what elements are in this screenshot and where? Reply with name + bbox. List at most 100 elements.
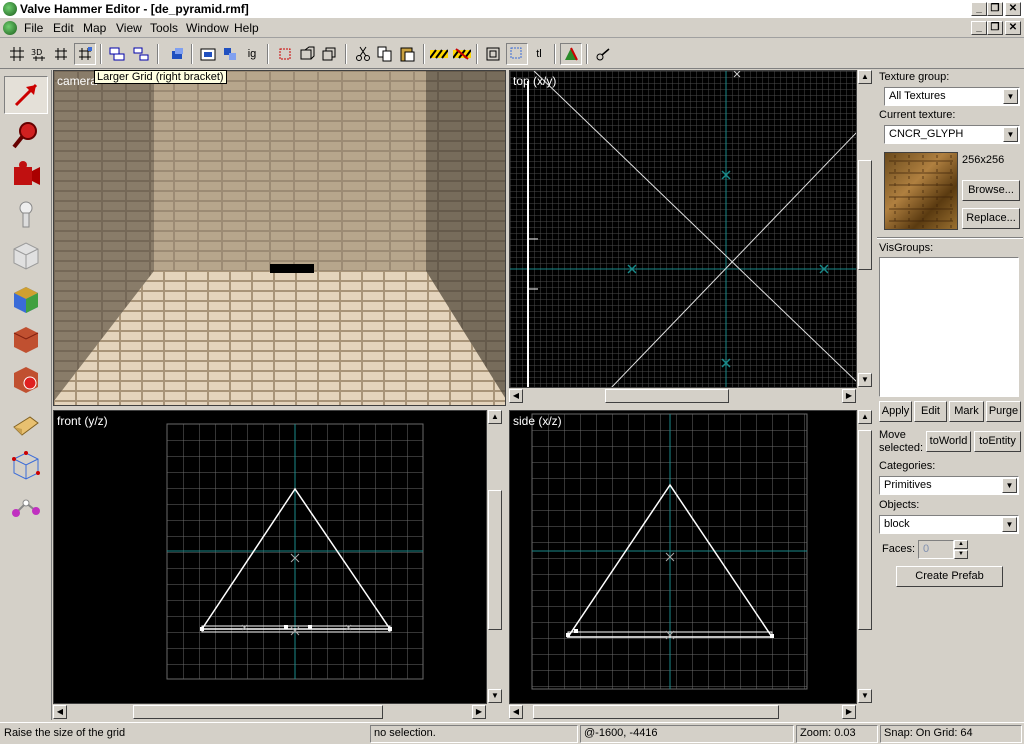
entity-tool[interactable] [4,196,48,234]
cut-icon[interactable] [352,43,374,65]
selection-tool[interactable] [4,76,48,114]
clip-tool[interactable] [4,406,48,444]
selection-box-icon[interactable] [482,43,504,65]
create-prefab-button[interactable]: Create Prefab [896,566,1003,587]
menu-file[interactable]: File [24,21,43,35]
scroll-up-icon[interactable]: ▲ [858,70,872,84]
scroll-thumb[interactable] [858,160,872,270]
scroll-down-icon[interactable]: ▼ [488,689,502,703]
grid-icon[interactable] [6,43,28,65]
apply-current-texture-tool[interactable] [4,320,48,358]
replace-button[interactable]: Replace... [962,208,1020,229]
scroll-thumb[interactable] [858,430,872,630]
app-icon[interactable] [3,2,17,16]
scroll-left-icon[interactable]: ◀ [53,705,67,719]
purge-button[interactable]: Purge [986,401,1021,422]
scroll-down-icon[interactable]: ▼ [858,373,872,387]
categories-select[interactable]: Primitives ▼ [879,476,1019,495]
scroll-right-icon[interactable]: ▶ [842,389,856,403]
front-hscroll[interactable]: ◀ ▶ [53,704,487,720]
mirror-icon[interactable] [296,43,318,65]
scroll-thumb[interactable] [605,389,729,403]
chevron-down-icon[interactable]: ▼ [1002,517,1017,532]
top-vscroll[interactable]: ▲ ▼ [857,70,873,388]
edit-button[interactable]: Edit [914,401,947,422]
menu-tools[interactable]: Tools [150,21,178,35]
doc-restore-button[interactable]: ❐ [987,21,1003,35]
mark-button[interactable]: Mark [949,401,984,422]
side-viewport[interactable]: side (x/z) [509,410,857,704]
unhide-icon[interactable] [451,43,473,65]
side-vscroll[interactable]: ▲ ▼ [857,410,873,704]
3d-grid-icon[interactable]: 3D [28,43,50,65]
scroll-up-icon[interactable]: ▲ [858,410,872,424]
texture-lock-icon[interactable]: ig [241,43,263,65]
tie-entity-icon[interactable] [166,43,188,65]
top-viewport[interactable]: top (x/y) [509,70,857,388]
texture-application-tool[interactable] [4,280,48,318]
scroll-left-icon[interactable]: ◀ [509,705,523,719]
menu-view[interactable]: View [116,21,142,35]
texture-group-select[interactable]: All Textures ▼ [884,87,1020,106]
close-button[interactable]: ✕ [1005,2,1021,16]
scroll-right-icon[interactable]: ▶ [842,705,856,719]
block-tool[interactable] [4,236,48,274]
copy-icon[interactable] [374,43,396,65]
chevron-down-icon[interactable]: ▼ [1002,478,1017,493]
browse-button[interactable]: Browse... [962,180,1020,201]
menu-map[interactable]: Map [83,21,106,35]
front-viewport[interactable]: front (y/z) [53,410,487,704]
larger-grid-icon[interactable] [74,43,96,65]
menu-window[interactable]: Window [186,21,229,35]
side-hscroll[interactable]: ◀ ▶ [509,704,857,720]
scroll-thumb[interactable] [133,705,383,719]
visgroups-list[interactable] [879,257,1019,397]
vertex-manipulation-tool[interactable] [4,446,48,484]
vertex-manip-icon[interactable] [506,43,528,65]
scroll-down-icon[interactable]: ▼ [858,689,872,703]
current-texture-label: Current texture: [879,109,956,121]
path-tool[interactable] [4,490,48,528]
minimize-button[interactable]: _ [971,2,987,16]
front-vscroll[interactable]: ▲ ▼ [487,410,503,704]
ungroup-icon[interactable] [130,43,152,65]
to-entity-button[interactable]: toEntity [974,431,1021,452]
carve-icon[interactable] [197,43,219,65]
scroll-left-icon[interactable]: ◀ [509,389,523,403]
smaller-grid-icon[interactable] [50,43,72,65]
chevron-down-icon[interactable]: ▼ [1003,127,1018,142]
hollow-icon[interactable] [219,43,241,65]
group-icon[interactable] [106,43,128,65]
decal-tool[interactable] [4,360,48,398]
run-map-icon[interactable] [560,43,582,65]
to-world-button[interactable]: toWorld [926,431,971,452]
tl-icon[interactable]: tl [528,43,550,65]
front-label: front (y/z) [57,414,108,428]
options-icon[interactable] [592,43,614,65]
doc-close-button[interactable]: ✕ [1005,21,1021,35]
flip-icon[interactable] [274,43,296,65]
faces-input[interactable]: 0 [918,540,954,559]
hide-selection-icon[interactable] [428,43,450,65]
objects-select[interactable]: block ▼ [879,515,1019,534]
scroll-up-icon[interactable]: ▲ [488,410,502,424]
document-icon[interactable] [3,21,17,35]
menu-help[interactable]: Help [234,21,259,35]
magnify-tool[interactable] [4,116,48,154]
copy-selection-icon[interactable] [318,43,340,65]
doc-minimize-button[interactable]: _ [971,21,987,35]
camera-viewport[interactable]: camera [53,70,506,406]
scroll-thumb[interactable] [533,705,779,719]
restore-button[interactable]: ❐ [987,2,1003,16]
top-hscroll[interactable]: ◀ ▶ [509,388,857,404]
spin-up-icon[interactable]: ▲ [954,540,968,549]
scroll-right-icon[interactable]: ▶ [472,705,486,719]
camera-tool[interactable] [4,156,48,194]
menu-edit[interactable]: Edit [53,21,74,35]
chevron-down-icon[interactable]: ▼ [1003,89,1018,104]
current-texture-select[interactable]: CNCR_GLYPH ▼ [884,125,1020,144]
spin-down-icon[interactable]: ▼ [954,550,968,559]
apply-button[interactable]: Apply [879,401,912,422]
paste-icon[interactable] [396,43,418,65]
scroll-thumb[interactable] [488,490,502,630]
